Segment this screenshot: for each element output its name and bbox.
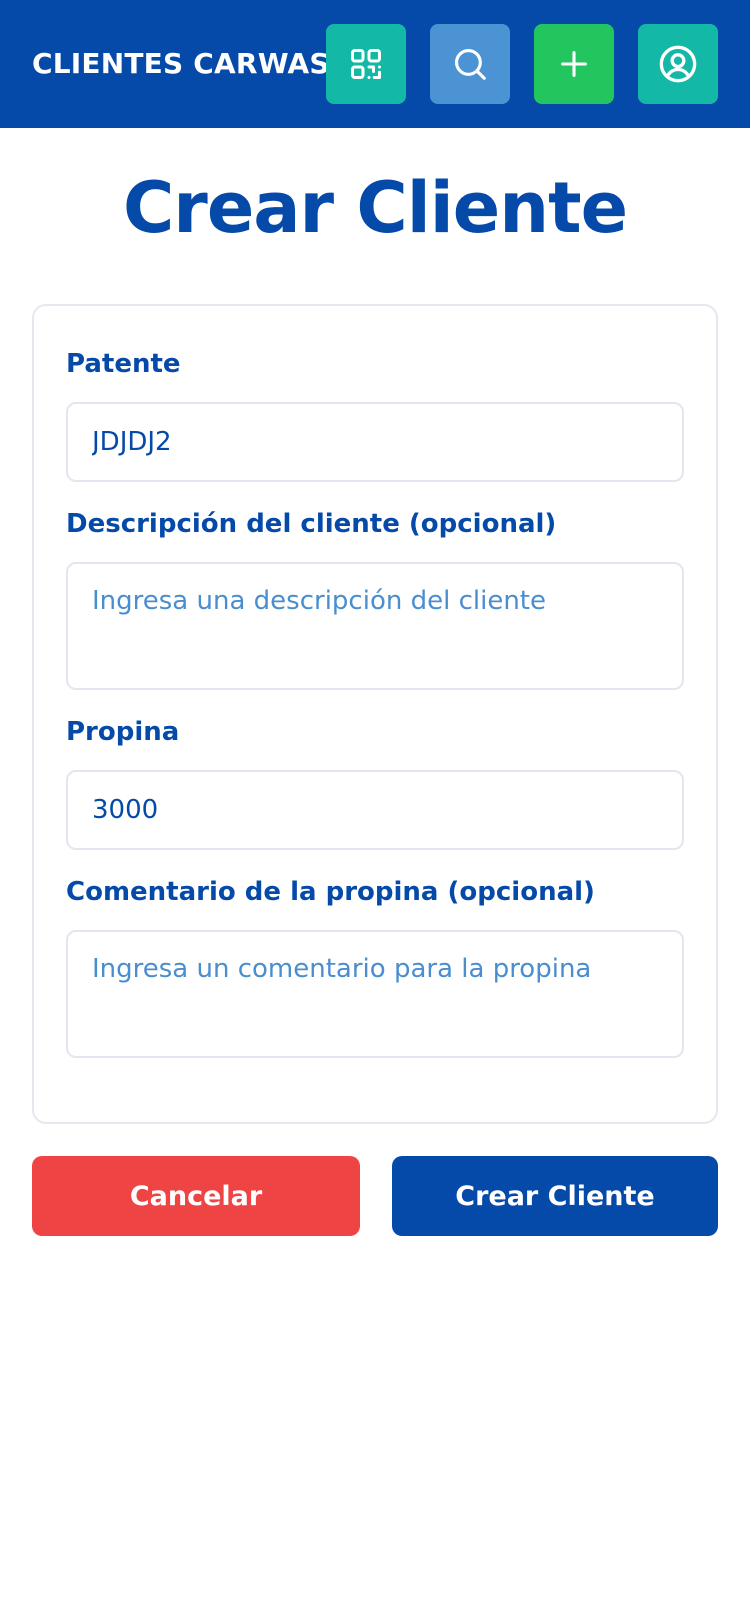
qr-code-icon [351, 49, 381, 79]
search-icon [454, 48, 486, 80]
patente-label: Patente [66, 349, 181, 379]
comentario-label: Comentario de la propina (opcional) [66, 877, 595, 907]
user-circle-icon [659, 45, 697, 83]
top-bar: CLIENTES CARWASH [0, 0, 750, 128]
add-client-button[interactable] [534, 24, 614, 104]
app-title: CLIENTES CARWASH [32, 47, 354, 80]
comentario-textarea[interactable] [66, 930, 684, 1058]
profile-button[interactable] [638, 24, 718, 104]
create-client-button[interactable]: Crear Cliente [392, 1156, 718, 1236]
propina-label: Propina [66, 717, 180, 747]
plus-icon [561, 51, 587, 77]
descripcion-textarea[interactable] [66, 562, 684, 690]
patente-input[interactable] [66, 402, 684, 482]
search-button[interactable] [430, 24, 510, 104]
descripcion-label: Descripción del cliente (opcional) [66, 509, 557, 539]
cancel-button[interactable]: Cancelar [32, 1156, 360, 1236]
qr-scan-button[interactable] [326, 24, 406, 104]
page-title: Crear Cliente [122, 167, 628, 249]
propina-input[interactable] [66, 770, 684, 850]
